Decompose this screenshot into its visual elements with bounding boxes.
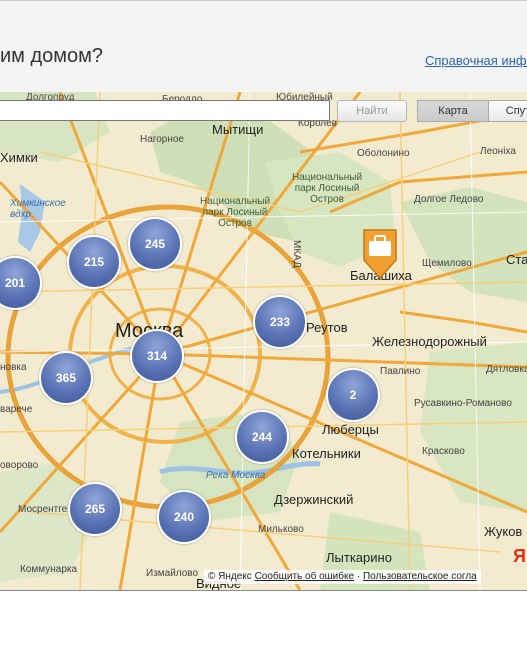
map-label: Мосрентген (18, 504, 73, 515)
yandex-logo: Я (513, 546, 526, 566)
map-label: Измайлово (146, 568, 199, 579)
map-label: Долгое Ледово (414, 194, 484, 205)
map-label: новка (0, 362, 27, 373)
cluster-marker[interactable]: 240 (157, 490, 211, 544)
cluster-marker[interactable]: 365 (39, 351, 93, 405)
map-label: Мытищи (212, 122, 264, 137)
report-error-link[interactable]: Сообщить об ошибке (255, 571, 354, 582)
map-label: Химки (0, 150, 38, 165)
map-label: Павлино (380, 366, 421, 377)
map-label: Русавкино-Романово (414, 398, 512, 409)
briefcase-icon[interactable] (360, 226, 400, 282)
map-label: Оболонино (357, 148, 410, 159)
map-label: Реутов (306, 320, 348, 335)
map-label: Красково (422, 446, 465, 457)
map-label: оворово (0, 460, 39, 471)
cluster-marker[interactable]: 244 (235, 410, 289, 464)
help-link[interactable]: Справочная инфо (425, 53, 527, 68)
map-label: Лыткарино (326, 550, 392, 565)
map-label: Леонiха (480, 146, 516, 157)
map-label: МКАД (291, 240, 302, 268)
map-label: Котельники (292, 446, 361, 461)
map-type-map-button[interactable]: Карта (417, 100, 489, 122)
map-label: Жуков (484, 524, 523, 539)
footer-separator: · (356, 571, 361, 582)
map-search-input[interactable] (0, 100, 330, 121)
map-label: Химкинское вдхр. (10, 198, 66, 220)
cluster-marker[interactable]: 233 (253, 295, 307, 349)
cluster-marker[interactable]: 314 (130, 329, 184, 383)
page-header: им домом? Справочная инфо (0, 0, 527, 94)
cluster-marker[interactable]: 245 (128, 217, 182, 271)
copyright-text: © Яндекс (208, 571, 252, 582)
page-title: им домом? (0, 45, 104, 67)
map-type-satellite-button[interactable]: Спут (488, 100, 527, 122)
map-label: варече (0, 404, 33, 415)
map-label: Река Москва (206, 470, 266, 481)
cluster-marker[interactable]: 265 (68, 482, 122, 536)
map-type-switcher: Карта Спут (417, 100, 527, 122)
map-label: Национальный парк Лосиный Остров (292, 172, 363, 205)
map-label: Коммунарка (20, 564, 78, 575)
map-view[interactable]: Долгопруд Беродло Юбилейный Королев Мыти… (0, 92, 527, 591)
find-button[interactable]: Найти (337, 100, 407, 122)
map-footer: © Яндекс Сообщить об ошибке · Пользовате… (204, 570, 481, 584)
map-label: Дятловка (486, 364, 527, 375)
map-label: Ста (506, 252, 527, 267)
cluster-marker[interactable]: 215 (67, 235, 121, 289)
user-agreement-link[interactable]: Пользовательское согла (363, 571, 477, 582)
map-label: Щемилово (422, 258, 472, 269)
map-label: Национальный парк Лосиный Остров (200, 196, 271, 229)
map-label: Люберцы (322, 422, 379, 437)
cluster-marker[interactable]: 2 (326, 368, 380, 422)
map-label: Железнодорожный (372, 334, 487, 349)
map-label: Мильково (258, 524, 304, 535)
map-label: Нагорное (140, 134, 184, 145)
map-label: Дзержинский (274, 492, 354, 507)
